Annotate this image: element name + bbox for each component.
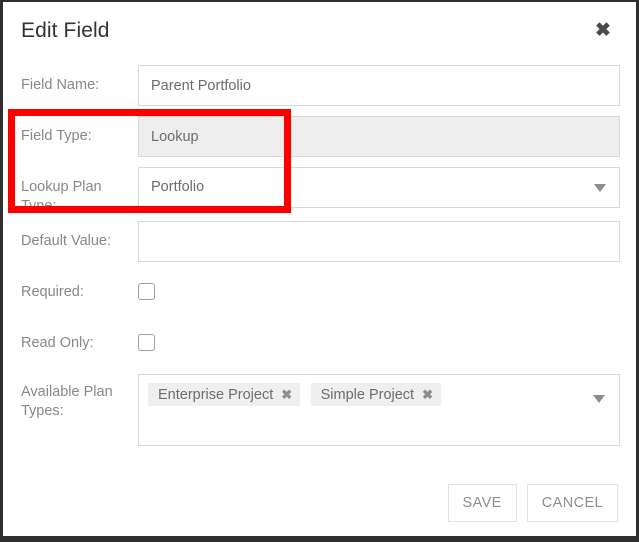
form-row-required: Required: [3,267,636,318]
default-value-input[interactable] [138,221,620,262]
dialog-footer: SAVE CANCEL [447,484,618,522]
chevron-down-icon [593,395,605,403]
available-plan-types-label-line1: Available Plan [21,384,113,400]
lookup-plan-type-control: Portfolio [138,162,636,208]
form-row-lookup-plan-type: Lookup Plan Type: Portfolio [3,162,636,216]
window-border-bottom [0,536,639,542]
field-name-label: Field Name: [21,77,100,93]
close-icon[interactable]: ✖ [592,20,614,42]
required-checkbox[interactable] [138,283,155,300]
read-only-label: Read Only: [21,335,94,351]
available-plan-types-multiselect[interactable]: Enterprise Project ✖ Simple Project ✖ [138,374,620,446]
cancel-button[interactable]: CANCEL [526,484,618,522]
form-row-available-plan-types: Available Plan Types: Enterprise Project… [3,369,636,446]
read-only-control [138,318,636,351]
available-plan-types-control: Enterprise Project ✖ Simple Project ✖ [138,369,636,446]
field-name-input[interactable] [138,65,620,106]
edit-field-form: Field Name: Field Type: Lookup Plan Type… [3,60,636,446]
required-label: Required: [21,284,84,300]
read-only-checkbox[interactable] [138,334,155,351]
form-row-field-type: Field Type: [3,111,636,162]
dialog-header: Edit Field ✖ [3,2,636,60]
plan-type-tag[interactable]: Simple Project ✖ [310,383,441,406]
field-type-input [138,116,620,157]
field-type-label: Field Type: [21,128,92,144]
page-title: Edit Field [21,19,110,42]
plan-type-tag-label: Enterprise Project [158,386,274,403]
field-type-control [138,111,636,157]
lookup-plan-type-select-wrap: Portfolio [138,167,620,208]
form-row-default-value: Default Value: [3,216,636,267]
plan-type-tag-label: Simple Project [320,386,415,403]
lookup-plan-type-label: Lookup Plan Type: [21,179,102,214]
field-name-control [138,60,636,106]
lookup-plan-type-select[interactable]: Portfolio [138,167,620,208]
required-control [138,267,636,300]
tag-remove-icon[interactable]: ✖ [422,388,433,401]
available-plan-types-label: Available Plan Types: [3,369,138,421]
default-value-control [138,216,636,262]
default-value-label: Default Value: [21,233,112,249]
form-row-field-name: Field Name: [3,60,636,111]
edit-field-dialog: Edit Field ✖ Field Name: Field Type: Loo… [3,2,636,536]
plan-type-tag[interactable]: Enterprise Project ✖ [148,383,301,406]
edit-field-dialog-screen: Edit Field ✖ Field Name: Field Type: Loo… [0,0,639,542]
tag-remove-icon[interactable]: ✖ [281,388,292,401]
save-button[interactable]: SAVE [447,484,517,522]
available-plan-types-label-line2: Types: [21,403,64,419]
form-row-read-only: Read Only: [3,318,636,369]
